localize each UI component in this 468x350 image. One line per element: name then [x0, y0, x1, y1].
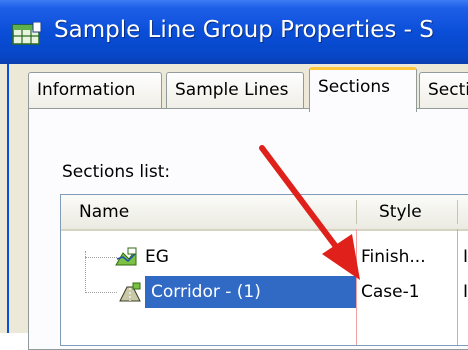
column-header-style[interactable]: Style	[379, 195, 422, 229]
table-properties-icon	[12, 22, 42, 45]
tab-label: Information	[37, 80, 136, 100]
row-style[interactable]: Finish...	[361, 241, 426, 273]
sections-list[interactable]: Name Style EG Finish... I Corridor - (1)…	[60, 194, 468, 346]
tab-sample-lines[interactable]: Sample Lines	[166, 72, 304, 108]
list-header: Name Style	[61, 195, 468, 231]
row-extra: I	[463, 247, 468, 267]
list-item-corridor[interactable]: Corridor - (1) Case-1 I	[61, 276, 468, 308]
column-gridline	[356, 229, 357, 345]
tab-section-views[interactable]: Secti	[419, 72, 468, 108]
tab-information[interactable]: Information	[28, 72, 162, 108]
row-name: EG	[145, 247, 169, 267]
row-style[interactable]: Case-1	[361, 276, 420, 308]
tab-label: Secti	[428, 80, 468, 100]
tab-label: Sample Lines	[175, 80, 289, 100]
row-name: Corridor - (1)	[151, 282, 261, 302]
row-extra: I	[463, 282, 468, 302]
title-bar[interactable]: Sample Line Group Properties - S	[0, 0, 468, 64]
tab-sections[interactable]: Sections	[309, 67, 417, 112]
list-item-eg[interactable]: EG Finish... I	[61, 241, 468, 273]
column-divider[interactable]	[356, 200, 357, 224]
column-header-name[interactable]: Name	[79, 195, 129, 229]
sections-list-label: Sections list:	[62, 162, 171, 182]
corridor-icon	[119, 282, 141, 302]
tab-label: Sections	[318, 77, 391, 97]
column-divider[interactable]	[457, 200, 458, 224]
window-frame-left	[7, 64, 9, 333]
window-title: Sample Line Group Properties - S	[54, 17, 434, 43]
column-gridline	[457, 229, 458, 345]
surface-icon	[115, 247, 137, 266]
